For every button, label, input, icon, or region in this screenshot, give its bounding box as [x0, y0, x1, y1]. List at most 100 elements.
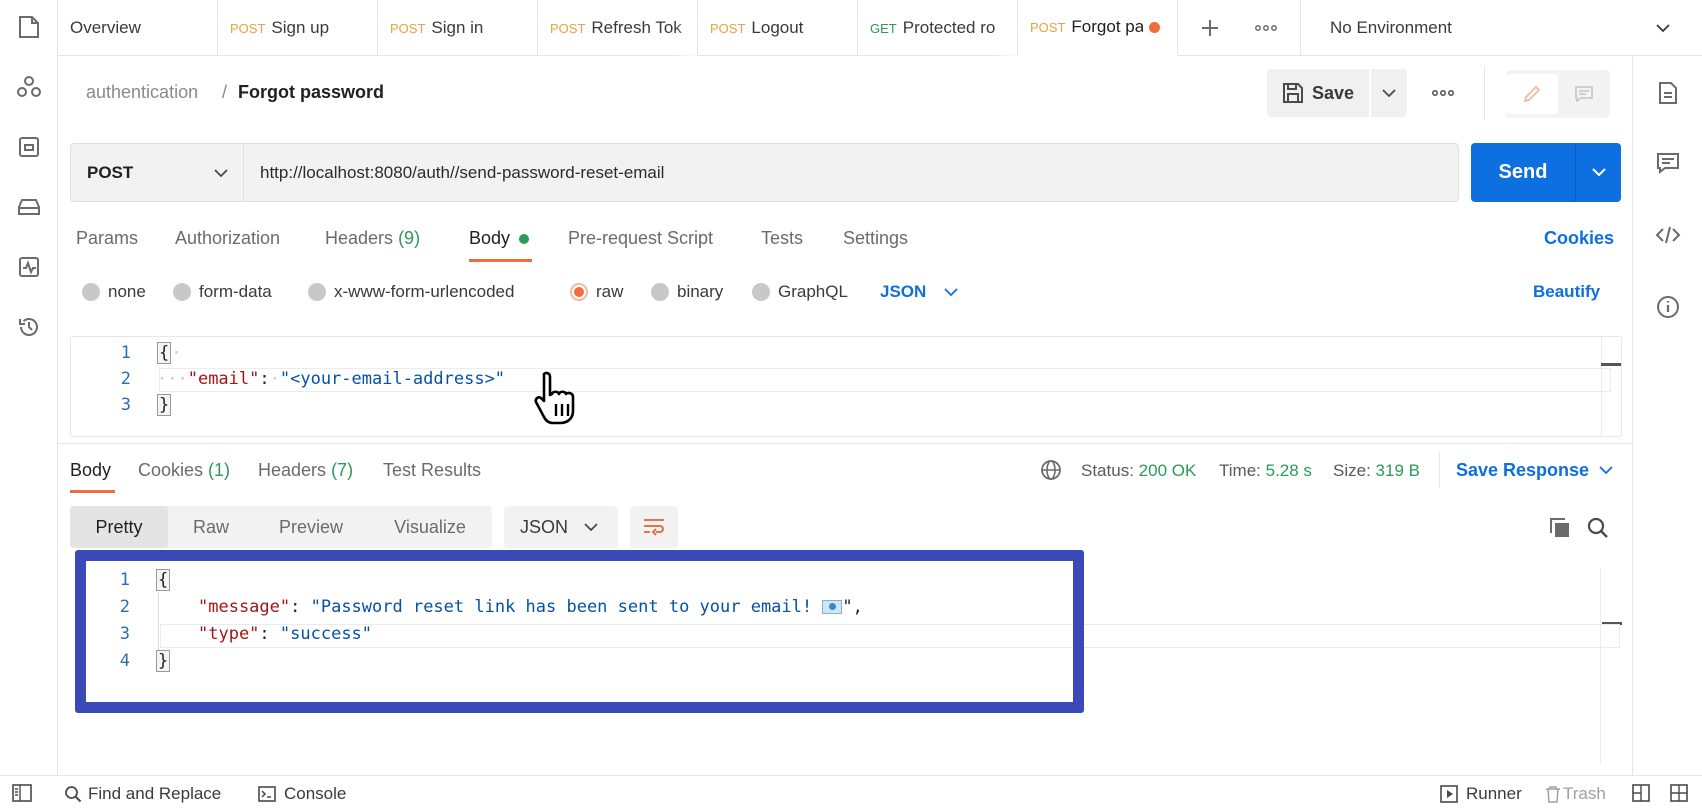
- monitor-icon[interactable]: [16, 254, 42, 280]
- save-icon: [1282, 83, 1303, 103]
- tab-settings[interactable]: Settings: [843, 228, 908, 249]
- mock-server-icon[interactable]: [16, 134, 42, 160]
- tab-protected-route[interactable]: GET Protected ro: [858, 0, 1018, 56]
- info-icon[interactable]: [1655, 294, 1681, 320]
- cookies-link[interactable]: Cookies: [1544, 228, 1614, 249]
- environment-selector[interactable]: No Environment: [1330, 0, 1670, 56]
- tab-tests[interactable]: Tests: [761, 228, 803, 249]
- body-format-select[interactable]: JSON: [880, 282, 958, 302]
- radio-none[interactable]: none: [82, 282, 146, 302]
- chevron-down-icon: [1382, 88, 1396, 97]
- tab-method: POST: [1030, 19, 1066, 35]
- tab-body[interactable]: Body: [469, 228, 530, 249]
- response-tab-headers-label: Headers: [258, 460, 327, 480]
- view-raw[interactable]: Raw: [168, 506, 254, 548]
- response-body-viewer[interactable]: 1 2 3 4 { "message": "Password reset lin…: [70, 569, 1170, 690]
- environments-icon[interactable]: [16, 194, 42, 220]
- copy-icon[interactable]: [1548, 516, 1572, 540]
- divider: [58, 443, 1632, 444]
- tab-method: POST: [390, 20, 426, 36]
- save-options-button[interactable]: [1371, 69, 1407, 117]
- divider: [1300, 0, 1301, 56]
- apis-icon[interactable]: [16, 74, 42, 100]
- radio-form-data[interactable]: form-data: [173, 282, 272, 302]
- tab-headers-label: Headers: [325, 228, 394, 248]
- comments-icon[interactable]: [1655, 150, 1681, 176]
- toggle-sidebar-icon[interactable]: [12, 784, 32, 802]
- breadcrumb-collection[interactable]: authentication: [86, 82, 198, 103]
- tab-logout[interactable]: POST Logout: [698, 0, 858, 56]
- view-visualize[interactable]: Visualize: [368, 506, 492, 548]
- more-tabs-icon[interactable]: [1252, 14, 1280, 42]
- tab-pre-request-script[interactable]: Pre-request Script: [568, 228, 713, 249]
- runner-button[interactable]: Runner: [1440, 784, 1522, 804]
- search-icon[interactable]: [1586, 516, 1610, 540]
- line-number: 3: [119, 624, 130, 644]
- left-sidebar: [0, 0, 58, 775]
- two-pane-icon[interactable]: [1632, 784, 1650, 802]
- save-response-button[interactable]: Save Response: [1456, 460, 1613, 481]
- tab-sign-in[interactable]: POST Sign in: [378, 0, 538, 56]
- send-button[interactable]: Send: [1471, 143, 1621, 202]
- history-icon[interactable]: [16, 314, 42, 340]
- trash-button[interactable]: Trash: [1545, 784, 1606, 804]
- view-toggle[interactable]: [1506, 70, 1610, 118]
- tab-overview[interactable]: Overview: [58, 0, 218, 56]
- method-label: POST: [87, 162, 134, 182]
- help-icon[interactable]: [1670, 784, 1688, 802]
- tab-label: Logout: [751, 18, 804, 37]
- console-button[interactable]: Console: [258, 784, 346, 804]
- radio-graphql[interactable]: GraphQL: [752, 282, 848, 302]
- add-tab-icon[interactable]: [1196, 14, 1224, 42]
- divider: [1439, 452, 1440, 488]
- documentation-icon[interactable]: [1655, 80, 1681, 106]
- request-body-editor[interactable]: 1 2 3 {· ···"email":·"<your-email-addres…: [70, 336, 1622, 438]
- divider: [1484, 66, 1485, 120]
- tab-sign-up[interactable]: POST Sign up: [218, 0, 378, 56]
- code-icon[interactable]: [1655, 222, 1681, 248]
- radio-label: x-www-form-urlencoded: [334, 282, 515, 301]
- response-tab-cookies[interactable]: Cookies (1): [138, 460, 230, 481]
- response-format-select[interactable]: JSON: [504, 506, 618, 548]
- radio-binary[interactable]: binary: [651, 282, 723, 302]
- status-label: Status:: [1081, 461, 1134, 480]
- radio-urlencoded[interactable]: x-www-form-urlencoded: [308, 282, 514, 302]
- request-tab-bar: Overview POST Sign up POST Sign in POST …: [58, 0, 1702, 56]
- send-options-button[interactable]: [1576, 168, 1621, 177]
- edit-icon[interactable]: [1506, 74, 1558, 114]
- radio-raw[interactable]: raw: [570, 282, 623, 302]
- globe-icon[interactable]: [1040, 459, 1062, 481]
- json-key: "type": [198, 624, 260, 644]
- json-value: "<your-email-address>": [279, 369, 506, 389]
- view-preview[interactable]: Preview: [254, 506, 368, 548]
- url-input[interactable]: http://localhost:8080/auth//send-passwor…: [243, 143, 1459, 202]
- wrap-lines-icon[interactable]: [630, 506, 678, 548]
- response-scrollbar[interactable]: [1600, 568, 1622, 764]
- save-button[interactable]: Save: [1267, 69, 1369, 117]
- indent-guide: [158, 592, 159, 650]
- response-tab-body[interactable]: Body: [70, 460, 111, 481]
- response-tab-headers[interactable]: Headers (7): [258, 460, 353, 481]
- runner-icon: [1440, 785, 1458, 803]
- time-value: 5.28 s: [1265, 461, 1312, 480]
- tab-headers[interactable]: Headers (9): [325, 228, 420, 249]
- response-tab-test-results[interactable]: Test Results: [383, 460, 481, 481]
- comment-icon[interactable]: [1558, 74, 1610, 114]
- response-time: Time: 5.28 s: [1219, 461, 1312, 481]
- tab-method: POST: [550, 20, 586, 36]
- tab-forgot-password[interactable]: POST Forgot pa: [1018, 0, 1178, 56]
- view-pretty[interactable]: Pretty: [70, 506, 168, 548]
- line-number: 1: [120, 343, 131, 363]
- find-replace-label: Find and Replace: [88, 784, 222, 803]
- new-file-icon[interactable]: [16, 14, 42, 40]
- page-title: Forgot password: [238, 82, 385, 102]
- beautify-button[interactable]: Beautify: [1533, 282, 1600, 302]
- tab-authorization[interactable]: Authorization: [175, 228, 280, 249]
- find-replace-button[interactable]: Find and Replace: [64, 784, 221, 804]
- tab-refresh-token[interactable]: POST Refresh Tok: [538, 0, 698, 56]
- more-options-icon[interactable]: [1428, 82, 1458, 104]
- tab-params[interactable]: Params: [76, 228, 138, 249]
- method-select[interactable]: POST: [70, 143, 244, 202]
- headers-count: (9): [398, 228, 421, 248]
- hand-cursor-icon: [532, 370, 582, 426]
